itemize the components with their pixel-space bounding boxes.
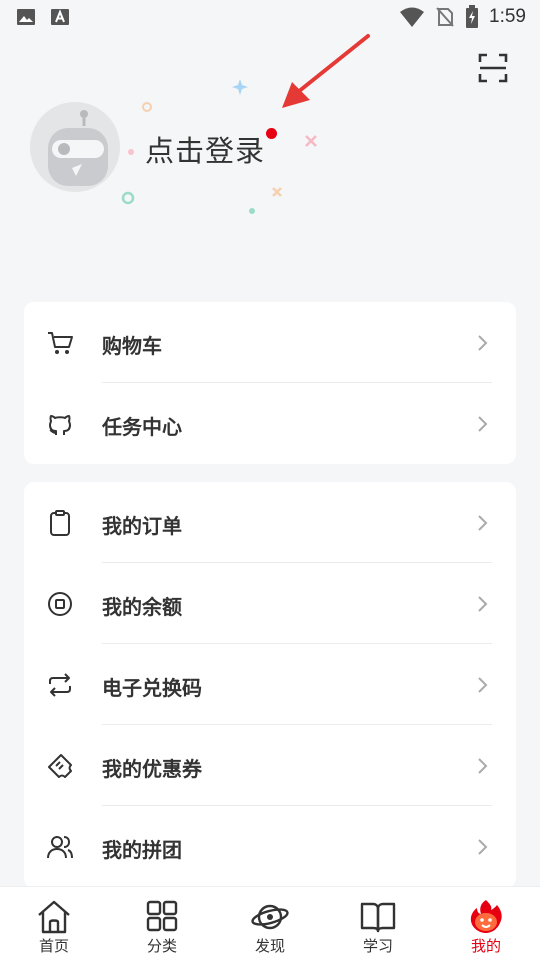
- github-cat-icon: [49, 415, 71, 435]
- chevron-right-icon: [478, 416, 488, 432]
- chevron-right-icon: [478, 758, 488, 774]
- group-users-icon: [47, 836, 73, 859]
- no-sim-icon: [436, 7, 454, 27]
- tab-discover[interactable]: 发现: [216, 887, 324, 960]
- menu-item-label: 我的余额: [102, 595, 182, 619]
- tab-label: 分类: [146, 937, 177, 955]
- tab-label: 我的: [470, 937, 501, 955]
- tab-learn[interactable]: 学习: [324, 887, 432, 960]
- cart-icon: [48, 332, 73, 354]
- tab-label: 发现: [254, 937, 285, 955]
- chevron-right-icon: [478, 677, 488, 693]
- scan-icon[interactable]: [478, 53, 508, 83]
- menu-item-coupons[interactable]: 我的优惠券: [24, 725, 516, 806]
- text-a-icon: [51, 9, 69, 25]
- menu-card-account: 我的订单 我的余额 电子兑换码 我的优惠券 我的拼团: [24, 482, 516, 888]
- menu-item-label: 任务中心: [102, 415, 182, 439]
- book-icon: [360, 902, 396, 933]
- avatar[interactable]: [30, 102, 120, 192]
- tab-category[interactable]: 分类: [108, 887, 216, 960]
- menu-item-task-center[interactable]: 任务中心: [24, 383, 516, 464]
- red-arrow-annotation: [282, 34, 370, 108]
- home-icon: [38, 900, 70, 934]
- notification-dot: [266, 128, 277, 139]
- image-icon: [17, 9, 35, 25]
- menu-item-label: 购物车: [102, 334, 162, 358]
- menu-item-balance[interactable]: 我的余额: [24, 563, 516, 644]
- status-time: 1:59: [489, 6, 526, 27]
- menu-item-label: 我的拼团: [102, 838, 182, 862]
- tab-mine[interactable]: 我的: [432, 887, 540, 960]
- chevron-right-icon: [478, 335, 488, 351]
- chevron-right-icon: [478, 839, 488, 855]
- robot-avatar-icon: [48, 110, 108, 186]
- exchange-icon: [49, 673, 71, 697]
- coin-icon: [48, 592, 72, 616]
- planet-icon: [251, 904, 289, 930]
- menu-item-label: 电子兑换码: [102, 676, 202, 700]
- coupon-icon: [48, 754, 72, 778]
- menu-item-orders[interactable]: 我的订单: [24, 482, 516, 563]
- menu-item-redeem-code[interactable]: 电子兑换码: [24, 644, 516, 725]
- menu-item-group-buy[interactable]: 我的拼团: [24, 806, 516, 887]
- menu-item-cart[interactable]: 购物车: [24, 302, 516, 383]
- tab-label: 学习: [362, 937, 393, 955]
- chevron-right-icon: [478, 596, 488, 612]
- login-link[interactable]: 点击登录: [145, 128, 265, 170]
- flame-mascot-icon: [470, 900, 502, 933]
- clipboard-icon: [50, 510, 70, 536]
- grid-icon: [146, 900, 178, 932]
- tab-label: 首页: [38, 937, 69, 955]
- bottom-tab-bar: 首页 分类 发现 学习 我的: [0, 886, 540, 960]
- battery-icon: [466, 5, 479, 28]
- wifi-icon: [400, 7, 425, 27]
- menu-item-label: 我的优惠券: [102, 757, 202, 781]
- tab-home[interactable]: 首页: [0, 887, 108, 960]
- menu-card-shopping: 购物车 任务中心: [24, 302, 516, 464]
- menu-item-label: 我的订单: [102, 514, 182, 538]
- chevron-right-icon: [478, 515, 488, 531]
